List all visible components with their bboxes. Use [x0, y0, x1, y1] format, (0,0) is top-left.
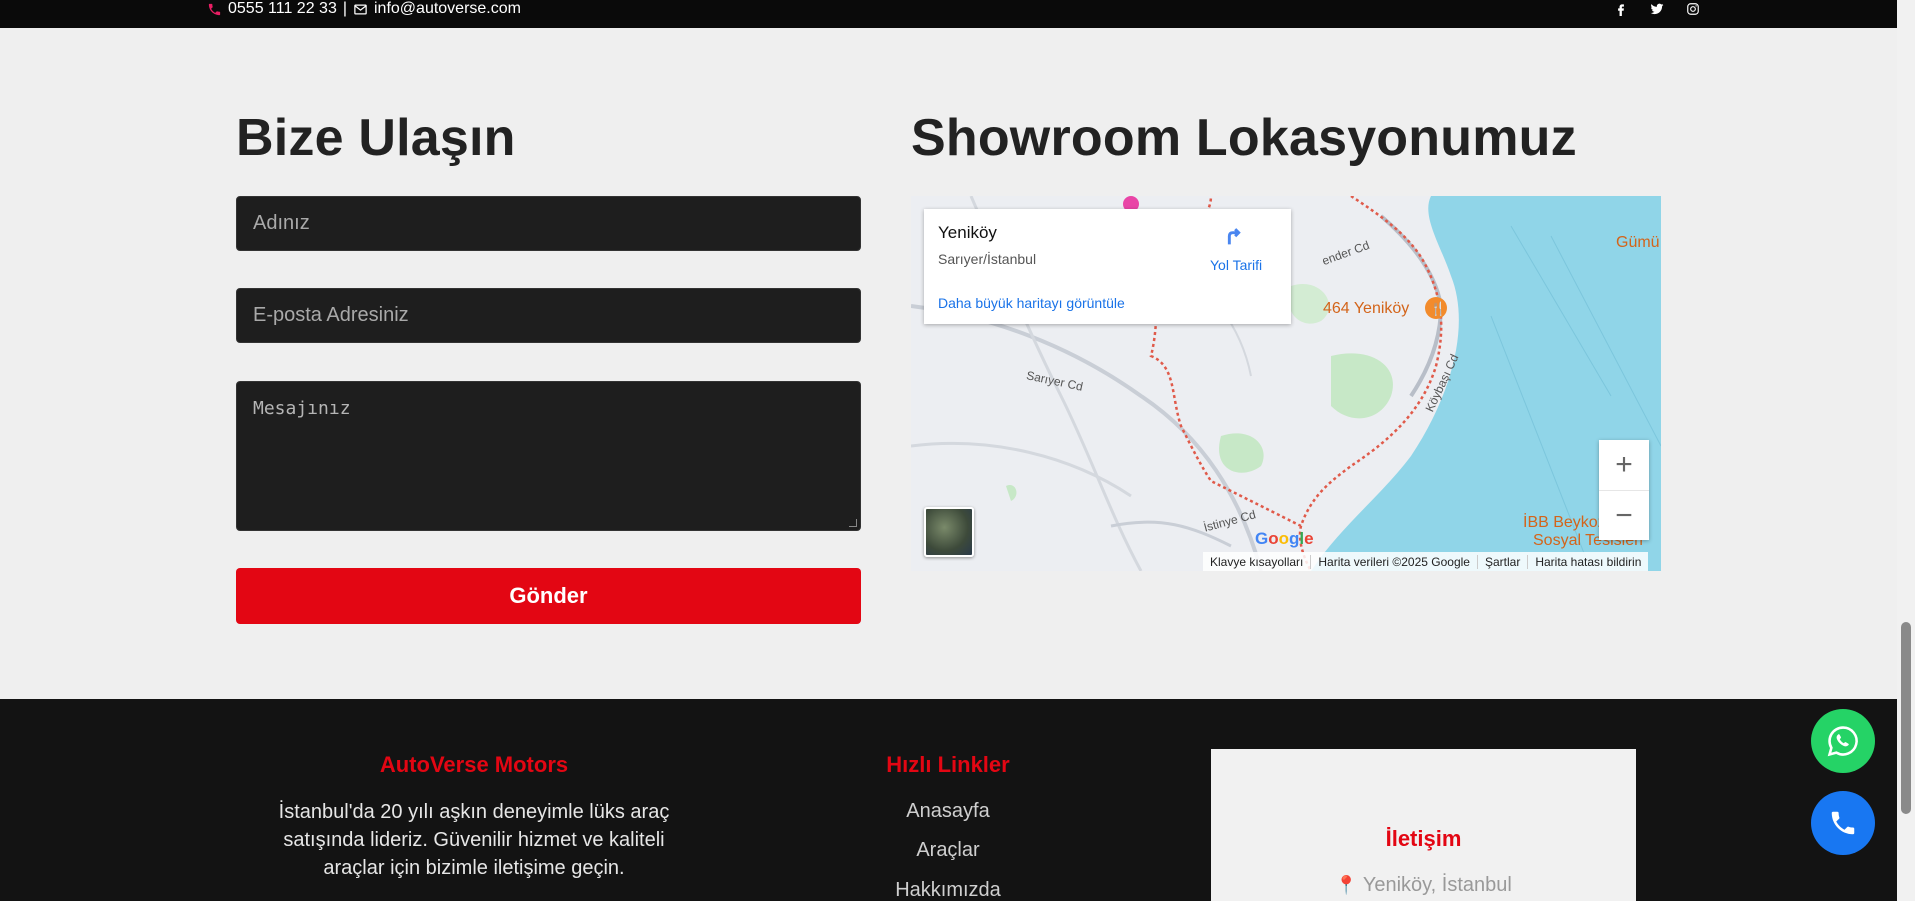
phone-icon: [207, 2, 222, 17]
submit-button[interactable]: Gönder: [236, 568, 861, 624]
scrollbar-thumb[interactable]: [1901, 622, 1911, 814]
svg-text:🍴: 🍴: [1430, 301, 1446, 317]
contact-heading: Bize Ulaşın: [236, 109, 516, 167]
directions-link[interactable]: Yol Tarifi: [1210, 257, 1262, 273]
zoom-in-button[interactable]: +: [1599, 440, 1649, 490]
location-pin-icon: 📍: [1335, 875, 1358, 895]
google-logo: Google: [1255, 529, 1314, 548]
map-place-name: Yeniköy: [938, 223, 997, 242]
message-placeholder: Mesajınız: [253, 398, 351, 419]
map-data-text: Harita verileri ©2025 Google: [1311, 554, 1478, 569]
facebook-icon[interactable]: [1614, 2, 1628, 16]
footer-link-home[interactable]: Anasayfa: [848, 800, 1048, 823]
footer-location-text: Yeniköy, İstanbul: [1362, 874, 1512, 896]
footer-about-text: İstanbul'da 20 yılı aşkın deneyimle lüks…: [278, 801, 670, 879]
name-input[interactable]: Adınız: [236, 196, 861, 251]
map-heading: Showroom Lokasyonumuz: [911, 109, 1577, 167]
restaurant-label[interactable]: 464 Yeniköy: [1323, 300, 1409, 318]
top-separator: |: [342, 0, 347, 17]
message-textarea[interactable]: Mesajınız: [236, 381, 861, 531]
whatsapp-icon: [1827, 726, 1858, 757]
phone-call-icon: [1831, 811, 1855, 835]
footer: AutoVerse Motors İstanbul'da 20 yılı aşk…: [0, 699, 1897, 901]
larger-map-link[interactable]: Daha büyük haritayı görüntüle: [938, 295, 1125, 311]
top-phone-number[interactable]: 0555 111 22 33: [228, 0, 337, 18]
top-bar: 0555 111 22 33 | info@autoverse.com: [0, 0, 1897, 28]
map-place-address: Sarıyer/İstanbul: [938, 251, 1037, 267]
top-email[interactable]: info@autoverse.com: [374, 0, 521, 18]
ibb-label: İBB Beykoz: [1523, 514, 1606, 531]
report-error-link[interactable]: Harita hatası bildirin: [1528, 555, 1648, 569]
whatsapp-button[interactable]: [1811, 709, 1875, 773]
mail-icon: [353, 2, 368, 17]
footer-link-cars[interactable]: Araçlar: [848, 839, 1048, 862]
google-map[interactable]: 🍴 Yeniköy Sarıyer/İstanbul Yol Tarifi Da…: [911, 196, 1661, 571]
top-contact-info: 0555 111 22 33 | info@autoverse.com: [207, 0, 521, 18]
keyboard-shortcuts-link[interactable]: Klavye kısayolları: [1203, 554, 1312, 569]
twitter-icon[interactable]: [1650, 2, 1664, 16]
page-scrollbar[interactable]: [1897, 0, 1915, 901]
footer-brand-title: AutoVerse Motors: [379, 752, 569, 777]
resize-grip-icon[interactable]: [849, 519, 857, 527]
footer-contact-card: İletişim 📍 Yeniköy, İstanbul: [1211, 749, 1636, 901]
directions-icon[interactable]: [1220, 221, 1248, 249]
email-input[interactable]: E-posta Adresiniz: [236, 288, 861, 343]
terms-link[interactable]: Şartlar: [1478, 554, 1529, 569]
instagram-icon[interactable]: [1686, 2, 1700, 16]
call-button[interactable]: [1811, 791, 1875, 855]
footer-links-title: Hızlı Linkler: [886, 752, 1010, 777]
footer-contact-title: İletişim: [1385, 826, 1462, 851]
map-attribution: Klavye kısayolları Harita verileri ©2025…: [1203, 552, 1649, 571]
footer-link-about[interactable]: Hakkımızda: [848, 879, 1048, 901]
satellite-layer-toggle[interactable]: [924, 507, 974, 557]
map-zoom-controls: + −: [1599, 440, 1649, 540]
gumus-label: Gümü: [1616, 234, 1660, 251]
social-links: [1614, 0, 1700, 18]
zoom-out-button[interactable]: −: [1599, 490, 1649, 540]
map-info-card: Yeniköy Sarıyer/İstanbul Yol Tarifi Daha…: [924, 209, 1291, 324]
footer-location: 📍 Yeniköy, İstanbul: [1211, 874, 1636, 897]
